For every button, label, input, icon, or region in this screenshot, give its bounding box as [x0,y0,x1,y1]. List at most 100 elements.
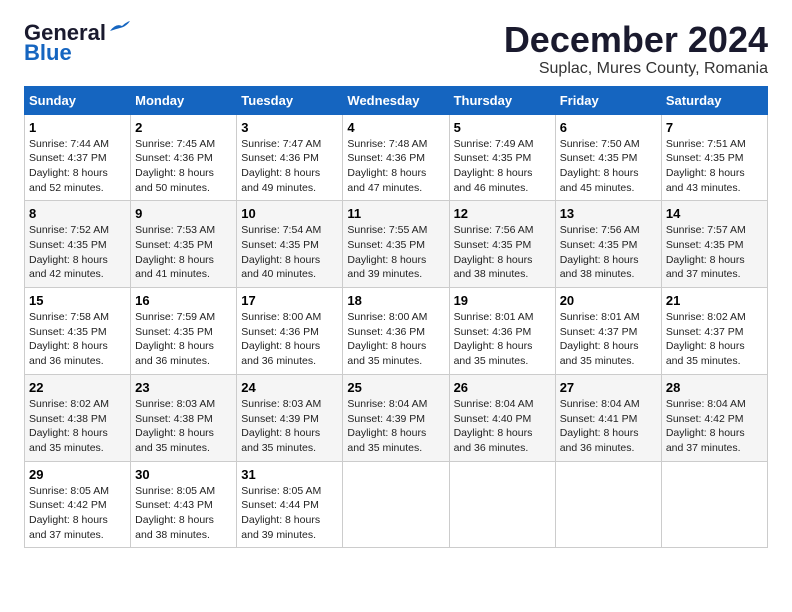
day-number: 6 [560,120,657,135]
calendar-cell: 1 Sunrise: 7:44 AMSunset: 4:37 PMDaylight… [25,114,131,201]
day-number: 9 [135,206,232,221]
header-friday: Friday [555,86,661,114]
day-detail: Sunrise: 8:04 AMSunset: 4:41 PMDaylight:… [560,397,657,456]
calendar-cell: 17 Sunrise: 8:00 AMSunset: 4:36 PMDayligh… [237,288,343,375]
header-thursday: Thursday [449,86,555,114]
calendar-cell: 20 Sunrise: 8:01 AMSunset: 4:37 PMDayligh… [555,288,661,375]
day-number: 31 [241,467,338,482]
day-number: 3 [241,120,338,135]
calendar-cell: 13 Sunrise: 7:56 AMSunset: 4:35 PMDayligh… [555,201,661,288]
day-detail: Sunrise: 8:04 AMSunset: 4:39 PMDaylight:… [347,397,444,456]
day-number: 11 [347,206,444,221]
day-number: 19 [454,293,551,308]
calendar-week-1: 1 Sunrise: 7:44 AMSunset: 4:37 PMDaylight… [25,114,768,201]
day-detail: Sunrise: 8:04 AMSunset: 4:40 PMDaylight:… [454,397,551,456]
calendar-cell: 31 Sunrise: 8:05 AMSunset: 4:44 PMDayligh… [237,461,343,548]
day-number: 16 [135,293,232,308]
day-number: 21 [666,293,763,308]
day-detail: Sunrise: 7:44 AMSunset: 4:37 PMDaylight:… [29,137,126,196]
header-sunday: Sunday [25,86,131,114]
day-number: 5 [454,120,551,135]
calendar-cell: 16 Sunrise: 7:59 AMSunset: 4:35 PMDayligh… [131,288,237,375]
calendar-cell: 24Sunrise: 8:03 AMSunset: 4:39 PMDayligh… [237,374,343,461]
day-number: 4 [347,120,444,135]
day-detail: Sunrise: 7:50 AMSunset: 4:35 PMDaylight:… [560,137,657,196]
day-detail: Sunrise: 7:48 AMSunset: 4:36 PMDaylight:… [347,137,444,196]
calendar-cell: 21 Sunrise: 8:02 AMSunset: 4:37 PMDayligh… [661,288,767,375]
day-detail: Sunrise: 7:53 AMSunset: 4:35 PMDaylight:… [135,223,232,282]
calendar-week-2: 8Sunrise: 7:52 AMSunset: 4:35 PMDaylight… [25,201,768,288]
day-detail: Sunrise: 8:01 AMSunset: 4:37 PMDaylight:… [560,310,657,369]
calendar-cell: 27 Sunrise: 8:04 AMSunset: 4:41 PMDayligh… [555,374,661,461]
logo: General Blue [24,20,130,66]
day-number: 13 [560,206,657,221]
logo-blue: Blue [24,40,72,66]
calendar-cell: 22 Sunrise: 8:02 AMSunset: 4:38 PMDayligh… [25,374,131,461]
calendar-cell: 7 Sunrise: 7:51 AMSunset: 4:35 PMDaylight… [661,114,767,201]
calendar-cell [661,461,767,548]
day-detail: Sunrise: 8:02 AMSunset: 4:37 PMDaylight:… [666,310,763,369]
calendar-cell [343,461,449,548]
day-detail: Sunrise: 7:45 AMSunset: 4:36 PMDaylight:… [135,137,232,196]
day-number: 8 [29,206,126,221]
day-detail: Sunrise: 7:59 AMSunset: 4:35 PMDaylight:… [135,310,232,369]
calendar-cell: 4 Sunrise: 7:48 AMSunset: 4:36 PMDaylight… [343,114,449,201]
day-detail: Sunrise: 7:51 AMSunset: 4:35 PMDaylight:… [666,137,763,196]
day-detail: Sunrise: 7:47 AMSunset: 4:36 PMDaylight:… [241,137,338,196]
calendar-cell: 8Sunrise: 7:52 AMSunset: 4:35 PMDaylight… [25,201,131,288]
day-number: 14 [666,206,763,221]
day-number: 1 [29,120,126,135]
day-detail: Sunrise: 8:00 AMSunset: 4:36 PMDaylight:… [241,310,338,369]
day-detail: Sunrise: 7:49 AMSunset: 4:35 PMDaylight:… [454,137,551,196]
day-number: 29 [29,467,126,482]
header-wednesday: Wednesday [343,86,449,114]
day-number: 20 [560,293,657,308]
calendar-week-3: 15 Sunrise: 7:58 AMSunset: 4:35 PMDayligh… [25,288,768,375]
day-number: 15 [29,293,126,308]
day-detail: Sunrise: 7:54 AMSunset: 4:35 PMDaylight:… [241,223,338,282]
day-number: 25 [347,380,444,395]
calendar-cell [555,461,661,548]
day-detail: Sunrise: 7:58 AMSunset: 4:35 PMDaylight:… [29,310,126,369]
day-number: 7 [666,120,763,135]
calendar-cell: 6 Sunrise: 7:50 AMSunset: 4:35 PMDaylight… [555,114,661,201]
day-number: 27 [560,380,657,395]
calendar-cell: 18 Sunrise: 8:00 AMSunset: 4:36 PMDayligh… [343,288,449,375]
calendar-cell: 19 Sunrise: 8:01 AMSunset: 4:36 PMDayligh… [449,288,555,375]
day-number: 18 [347,293,444,308]
day-number: 2 [135,120,232,135]
day-detail: Sunrise: 8:05 AMSunset: 4:42 PMDaylight:… [29,484,126,543]
day-detail: Sunrise: 8:03 AMSunset: 4:39 PMDaylight:… [241,397,338,456]
day-detail: Sunrise: 8:05 AMSunset: 4:43 PMDaylight:… [135,484,232,543]
day-detail: Sunrise: 7:56 AMSunset: 4:35 PMDaylight:… [560,223,657,282]
calendar-cell [449,461,555,548]
calendar-cell: 25 Sunrise: 8:04 AMSunset: 4:39 PMDayligh… [343,374,449,461]
calendar-cell: 15 Sunrise: 7:58 AMSunset: 4:35 PMDayligh… [25,288,131,375]
day-number: 10 [241,206,338,221]
day-number: 17 [241,293,338,308]
page-title: December 2024 [504,20,768,60]
calendar-cell: 2 Sunrise: 7:45 AMSunset: 4:36 PMDaylight… [131,114,237,201]
day-number: 30 [135,467,232,482]
calendar-cell: 9 Sunrise: 7:53 AMSunset: 4:35 PMDaylight… [131,201,237,288]
day-number: 26 [454,380,551,395]
day-number: 22 [29,380,126,395]
day-detail: Sunrise: 8:03 AMSunset: 4:38 PMDaylight:… [135,397,232,456]
day-detail: Sunrise: 8:00 AMSunset: 4:36 PMDaylight:… [347,310,444,369]
day-number: 12 [454,206,551,221]
calendar-week-5: 29 Sunrise: 8:05 AMSunset: 4:42 PMDayligh… [25,461,768,548]
calendar-cell: 5 Sunrise: 7:49 AMSunset: 4:35 PMDaylight… [449,114,555,201]
calendar-cell: 30 Sunrise: 8:05 AMSunset: 4:43 PMDayligh… [131,461,237,548]
day-detail: Sunrise: 8:01 AMSunset: 4:36 PMDaylight:… [454,310,551,369]
day-detail: Sunrise: 8:02 AMSunset: 4:38 PMDaylight:… [29,397,126,456]
day-detail: Sunrise: 7:56 AMSunset: 4:35 PMDaylight:… [454,223,551,282]
page-subtitle: Suplac, Mures County, Romania [504,60,768,78]
day-detail: Sunrise: 8:05 AMSunset: 4:44 PMDaylight:… [241,484,338,543]
calendar-cell: 10 Sunrise: 7:54 AMSunset: 4:35 PMDayligh… [237,201,343,288]
calendar-week-4: 22 Sunrise: 8:02 AMSunset: 4:38 PMDayligh… [25,374,768,461]
day-number: 28 [666,380,763,395]
calendar-cell: 12 Sunrise: 7:56 AMSunset: 4:35 PMDayligh… [449,201,555,288]
day-detail: Sunrise: 7:57 AMSunset: 4:35 PMDaylight:… [666,223,763,282]
calendar-header-row: Sunday Monday Tuesday Wednesday Thursday… [25,86,768,114]
day-detail: Sunrise: 8:04 AMSunset: 4:42 PMDaylight:… [666,397,763,456]
